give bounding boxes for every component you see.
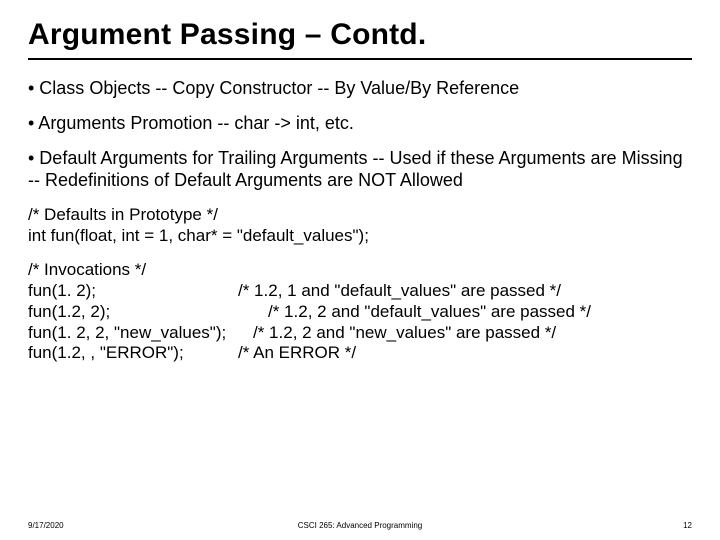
code-note: /* An ERROR */ bbox=[238, 343, 356, 364]
slide: Argument Passing – Contd. • Class Object… bbox=[0, 0, 720, 540]
footer-page: 12 bbox=[572, 521, 692, 530]
code-note: /* 1.2, 1 and "default_values" are passe… bbox=[238, 281, 561, 302]
code-call: fun(1.2, 2); bbox=[28, 302, 268, 323]
code-call: fun(1. 2); bbox=[28, 281, 238, 302]
code-note: /* 1.2, 2 and "default_values" are passe… bbox=[268, 302, 591, 323]
code-call: fun(1.2, , "ERROR"); bbox=[28, 343, 238, 364]
code-line: fun(1.2, , "ERROR"); /* An ERROR */ bbox=[28, 343, 692, 364]
code-line: fun(1. 2); /* 1.2, 1 and "default_values… bbox=[28, 281, 692, 302]
bullet-item: • Class Objects -- Copy Constructor -- B… bbox=[28, 78, 692, 99]
code-line: fun(1. 2, 2, "new_values"); /* 1.2, 2 an… bbox=[28, 323, 692, 344]
slide-body: • Class Objects -- Copy Constructor -- B… bbox=[28, 78, 692, 364]
code-line: int fun(float, int = 1, char* = "default… bbox=[28, 226, 692, 247]
title-rule bbox=[28, 58, 692, 60]
code-line: fun(1.2, 2); /* 1.2, 2 and "default_valu… bbox=[28, 302, 692, 323]
code-invocations-block: /* Invocations */ fun(1. 2); /* 1.2, 1 a… bbox=[28, 260, 692, 364]
code-comment: /* Invocations */ bbox=[28, 260, 692, 281]
footer-course: CSCI 265: Advanced Programming bbox=[148, 521, 572, 530]
slide-footer: 9/17/2020 CSCI 265: Advanced Programming… bbox=[0, 521, 720, 530]
code-note: /* 1.2, 2 and "new_values" are passed */ bbox=[253, 323, 556, 344]
bullet-item: • Arguments Promotion -- char -> int, et… bbox=[28, 113, 692, 134]
code-comment: /* Defaults in Prototype */ bbox=[28, 205, 692, 226]
footer-date: 9/17/2020 bbox=[28, 521, 148, 530]
bullet-item: • Default Arguments for Trailing Argumen… bbox=[28, 148, 692, 190]
page-title: Argument Passing – Contd. bbox=[28, 18, 692, 52]
code-call: fun(1. 2, 2, "new_values"); bbox=[28, 323, 253, 344]
code-prototype-block: /* Defaults in Prototype */ int fun(floa… bbox=[28, 205, 692, 246]
